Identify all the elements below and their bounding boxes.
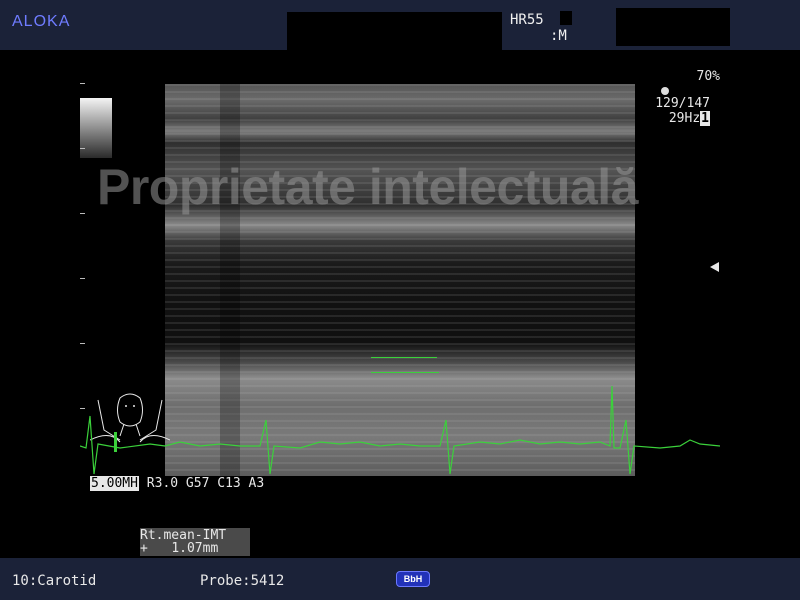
frame-info-readout: 129/147 29Hz1 bbox=[655, 96, 710, 126]
depth-tick bbox=[80, 83, 85, 84]
acoustic-power-readout: 70% bbox=[696, 69, 720, 84]
depth-tick bbox=[80, 278, 85, 279]
measurement-result: + 1.07mm bbox=[140, 542, 250, 555]
frame-rate: 29Hz1 bbox=[655, 111, 710, 126]
frame-rate-index: 1 bbox=[700, 111, 710, 126]
brand-logo: ALOKA bbox=[12, 13, 71, 30]
exam-preset[interactable]: 10:Carotid bbox=[12, 573, 96, 589]
depth-tick bbox=[80, 148, 85, 149]
probe-frequency: 5.00MH bbox=[90, 476, 139, 491]
frame-rate-value: 29Hz bbox=[668, 111, 701, 126]
depth-tick bbox=[80, 343, 85, 344]
measurement-value: 1.07mm bbox=[171, 541, 219, 556]
heart-rate-unit: :M bbox=[550, 28, 567, 44]
frame-count: 129/147 bbox=[655, 96, 710, 111]
top-bar: ALOKA HR55 :M bbox=[0, 0, 800, 50]
redacted-date-info bbox=[616, 8, 730, 46]
measurement-cursor: + bbox=[140, 541, 148, 556]
imt-caliper-lower[interactable] bbox=[371, 372, 439, 373]
gain-settings: R3.0 G57 C13 A3 bbox=[146, 476, 265, 491]
heart-rate-value: HR55 bbox=[510, 12, 544, 28]
watermark: Proprietate intelectuală bbox=[97, 159, 638, 215]
depth-tick bbox=[80, 213, 85, 214]
status-badge: BbH bbox=[396, 571, 430, 587]
probe-label: Probe:5412 bbox=[200, 573, 285, 589]
imaging-parameters: 5.00MH R3.0 G57 C13 A3 bbox=[90, 476, 264, 491]
focus-marker-icon bbox=[710, 262, 719, 272]
imt-measurement-box: Rt.mean-IMT + 1.07mm bbox=[140, 528, 250, 556]
ecg-trace bbox=[80, 386, 720, 475]
heart-rate-readout: HR55 :M bbox=[510, 12, 567, 44]
bottom-bar: 10:Carotid Probe:5412 BbH bbox=[0, 558, 800, 600]
imt-caliper-upper[interactable] bbox=[371, 357, 437, 358]
status-dot-icon bbox=[661, 87, 669, 95]
redacted-patient-info bbox=[287, 12, 502, 50]
redacted-hr-box bbox=[560, 11, 572, 25]
